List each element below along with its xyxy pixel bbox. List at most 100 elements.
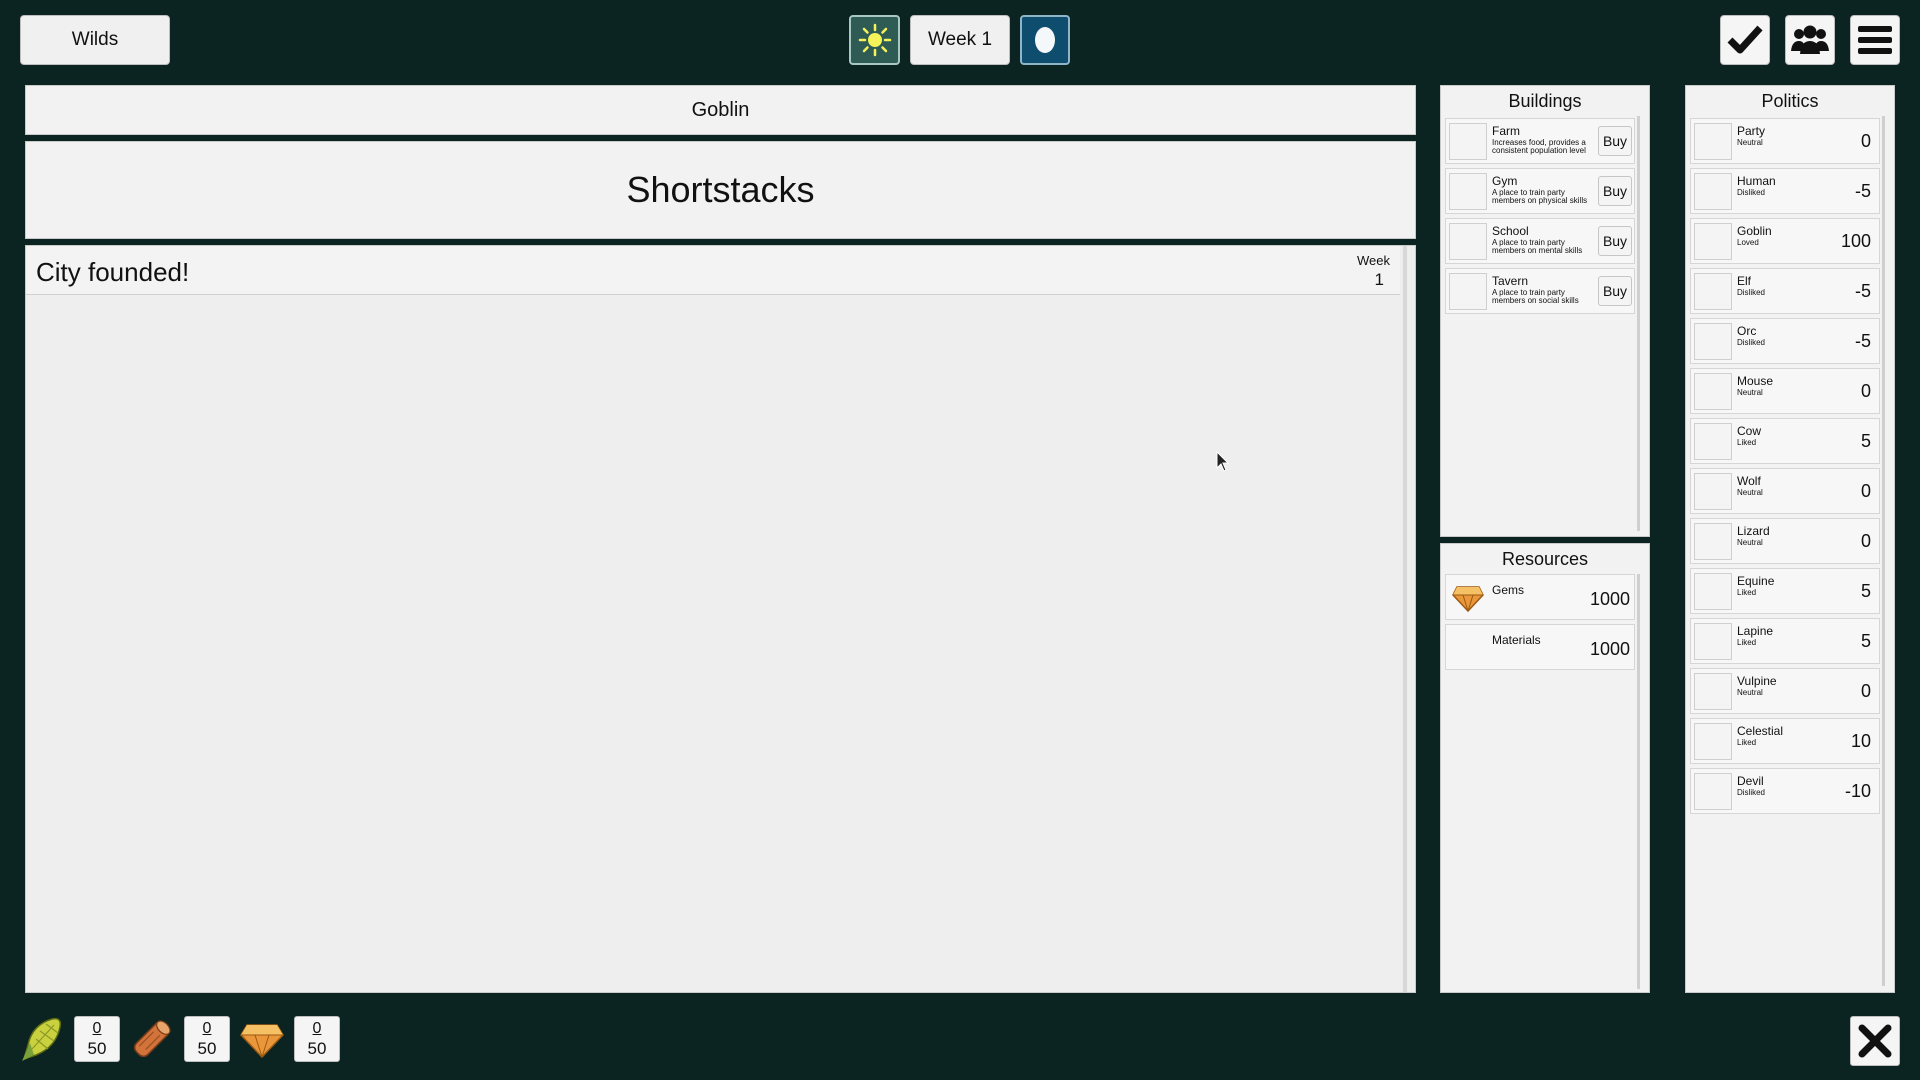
- faction-value: 0: [1860, 531, 1871, 551]
- food-current: 0: [92, 1020, 102, 1037]
- faction-stance: Disliked: [1737, 188, 1766, 197]
- faction-value: 0: [1860, 131, 1871, 151]
- week-label: Week 1: [927, 29, 993, 50]
- building-icon: [1449, 223, 1487, 260]
- faction-name: Party: [1737, 124, 1766, 138]
- building-row-gym: Gym A place to train party members on ph…: [1445, 168, 1635, 214]
- faction-icon: [1694, 223, 1732, 260]
- faction-name: Wolf: [1737, 474, 1761, 488]
- faction-icon: [1694, 173, 1732, 210]
- faction-stance: Disliked: [1737, 338, 1766, 347]
- confirm-button[interactable]: [1720, 15, 1770, 65]
- day-button[interactable]: [849, 15, 900, 65]
- log-scrollbar[interactable]: [1403, 246, 1407, 992]
- faction-icon: [1694, 523, 1732, 560]
- buy-school-button[interactable]: Buy: [1598, 226, 1632, 256]
- faction-name: Orc: [1737, 324, 1757, 338]
- materials-max: 50: [197, 1039, 217, 1058]
- check-icon: [1727, 25, 1763, 54]
- politics-panel: Politics Party Neutral 0 Human Disliked -5 Gob…: [1685, 85, 1895, 993]
- resources-scrollbar[interactable]: [1637, 574, 1640, 989]
- faction-value: 0: [1860, 481, 1871, 501]
- politics-row-cow: Cow Liked 5: [1690, 418, 1880, 464]
- faction-value: 10: [1850, 731, 1871, 751]
- faction-value: -5: [1854, 281, 1871, 301]
- politics-row-equine: Equine Liked 5: [1690, 568, 1880, 614]
- gems-current: 0: [312, 1020, 322, 1037]
- faction-name: Goblin: [1737, 224, 1772, 238]
- buy-farm-button[interactable]: Buy: [1598, 126, 1632, 156]
- faction-name: Elf: [1737, 274, 1752, 288]
- faction-icon: [1694, 473, 1732, 510]
- faction-value: -5: [1854, 331, 1871, 351]
- buildings-title: Buildings: [1508, 91, 1582, 111]
- faction-stance: Loved: [1737, 238, 1759, 247]
- buy-gym-button[interactable]: Buy: [1598, 176, 1632, 206]
- faction-icon: [1694, 573, 1732, 610]
- faction-stance: Disliked: [1737, 788, 1766, 797]
- log-entry-text: City founded!: [36, 257, 190, 287]
- week-button[interactable]: Week 1: [910, 15, 1010, 65]
- buy-tavern-button[interactable]: Buy: [1598, 276, 1632, 306]
- faction-name: Lapine: [1737, 624, 1774, 638]
- faction-name: Equine: [1737, 574, 1775, 588]
- close-button[interactable]: [1850, 1016, 1900, 1066]
- city-title-box: Shortstacks: [25, 141, 1416, 239]
- faction-stance: Neutral: [1737, 488, 1763, 497]
- faction-stance: Liked: [1737, 638, 1757, 647]
- building-icon: [1449, 123, 1487, 160]
- resource-value: 1000: [1589, 589, 1630, 609]
- event-log[interactable]: City founded! Week 1: [25, 245, 1416, 993]
- buildings-panel: Buildings Farm Increases food, provides …: [1440, 85, 1650, 537]
- resources-title: Resources: [1501, 549, 1589, 569]
- building-icon: [1449, 273, 1487, 310]
- faction-stance: Neutral: [1737, 388, 1763, 397]
- politics-scrollbar[interactable]: [1882, 116, 1885, 986]
- politics-row-celestial: Celestial Liked 10: [1690, 718, 1880, 764]
- gem-icon: [1452, 586, 1484, 613]
- faction-name: Lizard: [1737, 524, 1770, 538]
- faction-value: 5: [1860, 581, 1871, 601]
- building-name: Farm: [1492, 124, 1520, 138]
- politics-row-devil: Devil Disliked -10: [1690, 768, 1880, 814]
- politics-row-lizard: Lizard Neutral 0: [1690, 518, 1880, 564]
- gems-max: 50: [307, 1039, 327, 1058]
- faction-value: -5: [1854, 181, 1871, 201]
- night-button[interactable]: [1020, 15, 1070, 65]
- faction-stance: Neutral: [1737, 138, 1763, 147]
- wood-log-icon: [133, 1020, 171, 1058]
- party-button[interactable]: [1785, 15, 1835, 65]
- faction-icon: [1694, 723, 1732, 760]
- building-icon: [1449, 173, 1487, 210]
- materials-current: 0: [202, 1020, 212, 1037]
- faction-value: 100: [1840, 231, 1871, 251]
- faction-icon: [1694, 773, 1732, 810]
- location-button[interactable]: Wilds: [20, 15, 170, 65]
- race-name: Goblin: [691, 98, 750, 121]
- resource-row-gems: Gems 1000: [1445, 574, 1635, 620]
- faction-icon: [1694, 623, 1732, 660]
- resource-name: Materials: [1492, 633, 1541, 647]
- faction-stance: Neutral: [1737, 538, 1763, 547]
- building-row-school: School A place to train party members on…: [1445, 218, 1635, 264]
- politics-row-wolf: Wolf Neutral 0: [1690, 468, 1880, 514]
- corn-icon: [22, 1017, 62, 1061]
- politics-row-human: Human Disliked -5: [1690, 168, 1880, 214]
- building-name: Tavern: [1492, 274, 1529, 288]
- city-title: Shortstacks: [626, 169, 815, 210]
- close-icon: [1858, 1024, 1892, 1058]
- faction-icon: [1694, 673, 1732, 710]
- faction-stance: Liked: [1737, 738, 1757, 747]
- resource-row-materials: Materials 1000: [1445, 624, 1635, 670]
- building-row-tavern: Tavern A place to train party members on…: [1445, 268, 1635, 314]
- buildings-scrollbar[interactable]: [1637, 116, 1640, 531]
- faction-value: 0: [1860, 381, 1871, 401]
- main-menu-button[interactable]: [1850, 15, 1900, 65]
- resources-panel: Resources Gems 1000 Materials 1000: [1440, 543, 1650, 993]
- politics-row-elf: Elf Disliked -5: [1690, 268, 1880, 314]
- location-label: Wilds: [71, 29, 119, 50]
- faction-value: 5: [1860, 431, 1871, 451]
- politics-row-mouse: Mouse Neutral 0: [1690, 368, 1880, 414]
- faction-name: Celestial: [1737, 724, 1784, 738]
- politics-title: Politics: [1761, 91, 1819, 111]
